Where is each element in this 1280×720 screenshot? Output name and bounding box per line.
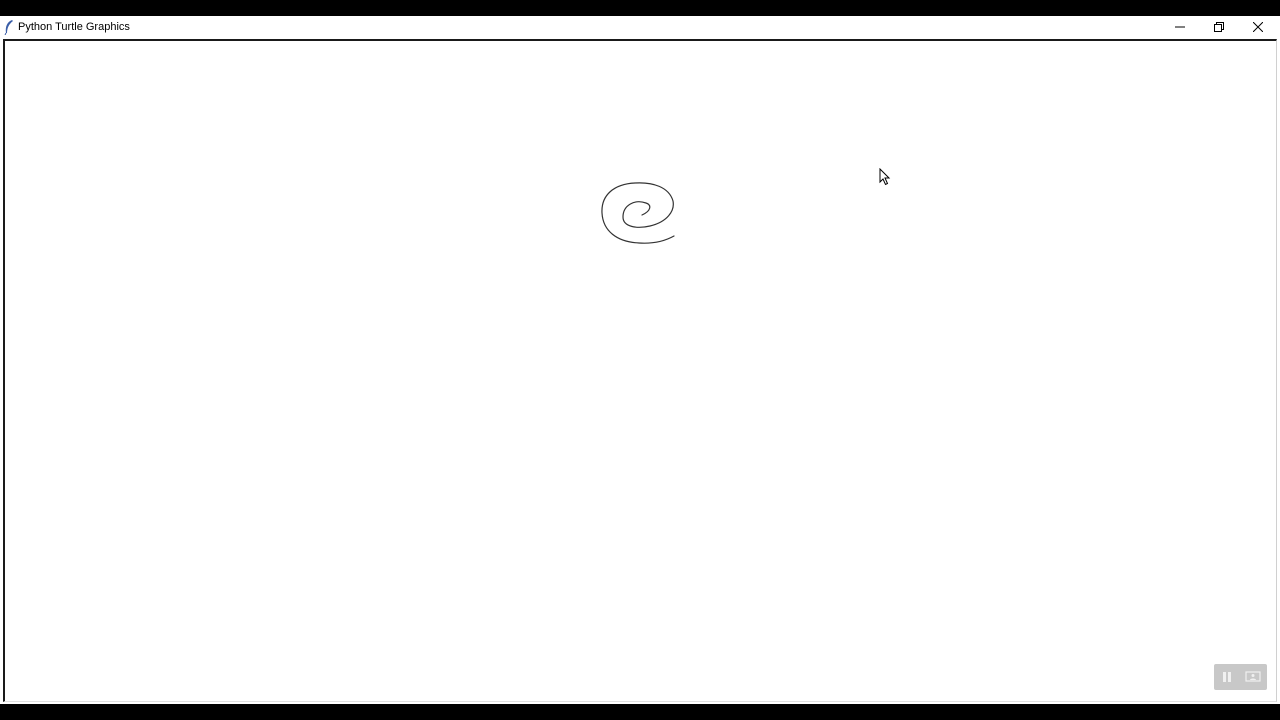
restore-icon: [1214, 22, 1224, 32]
close-icon: [1253, 22, 1263, 32]
pause-icon: [1223, 672, 1231, 682]
close-button[interactable]: [1238, 16, 1278, 38]
video-overlay-controls: [1214, 664, 1267, 690]
feather-icon: [4, 20, 13, 35]
spiral-drawing: [601, 182, 675, 244]
window-title: Python Turtle Graphics: [18, 21, 130, 33]
presentation-icon: [1245, 671, 1261, 682]
restore-button[interactable]: [1199, 16, 1239, 38]
spiral-path: [601, 182, 675, 244]
turtle-window: Python Turtle Graphics: [0, 16, 1280, 704]
turtle-canvas[interactable]: [3, 39, 1277, 702]
pause-button[interactable]: [1214, 664, 1240, 690]
title-bar[interactable]: Python Turtle Graphics: [0, 16, 1280, 38]
screen-button[interactable]: [1240, 664, 1266, 690]
minimize-icon: [1175, 26, 1185, 28]
minimize-button[interactable]: [1160, 16, 1200, 38]
mouse-cursor-icon: [879, 168, 891, 186]
